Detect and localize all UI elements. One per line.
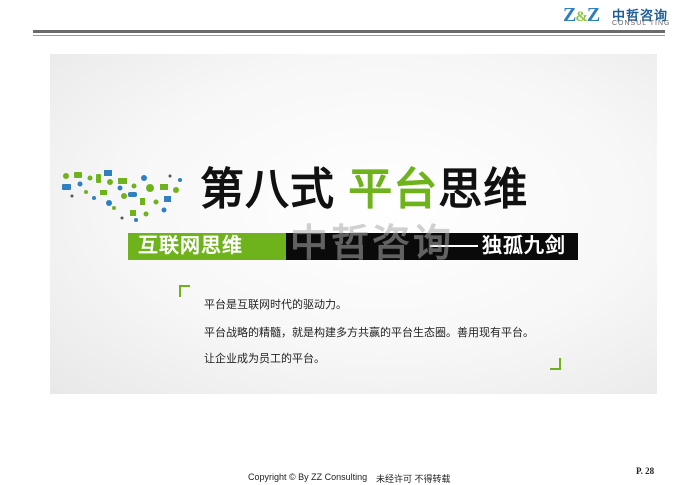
bracket-top-left bbox=[179, 285, 190, 297]
dot-icon bbox=[87, 175, 93, 181]
company-logo-mark: Z&Z bbox=[563, 4, 600, 26]
search-icon bbox=[106, 200, 112, 206]
star-icon bbox=[130, 210, 136, 216]
bracket-bottom-right bbox=[550, 358, 561, 370]
dot-icon bbox=[84, 190, 88, 194]
phone-icon bbox=[96, 174, 101, 183]
dot-icon bbox=[112, 206, 116, 210]
page-number: P. 28 bbox=[636, 466, 655, 476]
camera-icon bbox=[164, 196, 171, 202]
band-right-label: 独孤九剑 bbox=[482, 235, 566, 257]
header-rule-thick bbox=[33, 30, 665, 33]
title-prefix: 第八式 bbox=[200, 165, 349, 214]
dot-icon bbox=[70, 194, 74, 198]
music-icon bbox=[140, 198, 145, 205]
folder-icon bbox=[118, 178, 127, 184]
dot-icon bbox=[161, 207, 167, 213]
dot-icon bbox=[141, 175, 147, 181]
dot-icon bbox=[153, 199, 159, 205]
dot-icon bbox=[168, 174, 172, 178]
dot-icon bbox=[107, 179, 113, 185]
dot-icon bbox=[143, 211, 149, 217]
dot-icon bbox=[120, 216, 124, 220]
dot-icon bbox=[77, 181, 83, 187]
title-suffix: 思维 bbox=[438, 165, 529, 214]
title-highlight: 平台 bbox=[348, 165, 439, 214]
body-text-line-1: 平台是互联网时代的驱动力。 bbox=[204, 299, 347, 311]
body-text-line-3: 让企业成为员工的平台。 bbox=[204, 353, 325, 365]
footer-note: 未经许可 不得转载 bbox=[376, 474, 451, 484]
internet-icons-cluster bbox=[62, 170, 182, 222]
mail-icon bbox=[62, 184, 71, 190]
dot-icon bbox=[134, 218, 138, 222]
card-icon bbox=[160, 184, 168, 190]
dot-icon bbox=[173, 187, 179, 193]
dot-icon bbox=[117, 185, 123, 191]
company-name-en: CONSUL TING bbox=[612, 20, 671, 27]
footer-copyright: Copyright © By ZZ Consulting bbox=[248, 472, 368, 482]
watermark-text: 中哲咨询 bbox=[290, 223, 455, 265]
globe-icon bbox=[146, 184, 154, 192]
dot-icon bbox=[121, 193, 127, 199]
body-text-line-2: 平台战略的精髓，就是构建多方共赢的平台生态圈。善用现有平台。 bbox=[204, 327, 534, 339]
chat-icon bbox=[100, 190, 107, 195]
cloud-icon bbox=[128, 192, 137, 197]
slide-title: 第八式 平台思维 bbox=[200, 162, 528, 218]
header-rule-thin bbox=[33, 35, 665, 36]
dot-icon bbox=[131, 183, 137, 189]
message-icon bbox=[74, 172, 82, 178]
band-left-label: 互联网思维 bbox=[138, 235, 243, 257]
screen-icon bbox=[104, 170, 112, 176]
dot-icon bbox=[178, 178, 182, 182]
dot-icon bbox=[92, 196, 96, 200]
dot-icon bbox=[63, 173, 69, 179]
